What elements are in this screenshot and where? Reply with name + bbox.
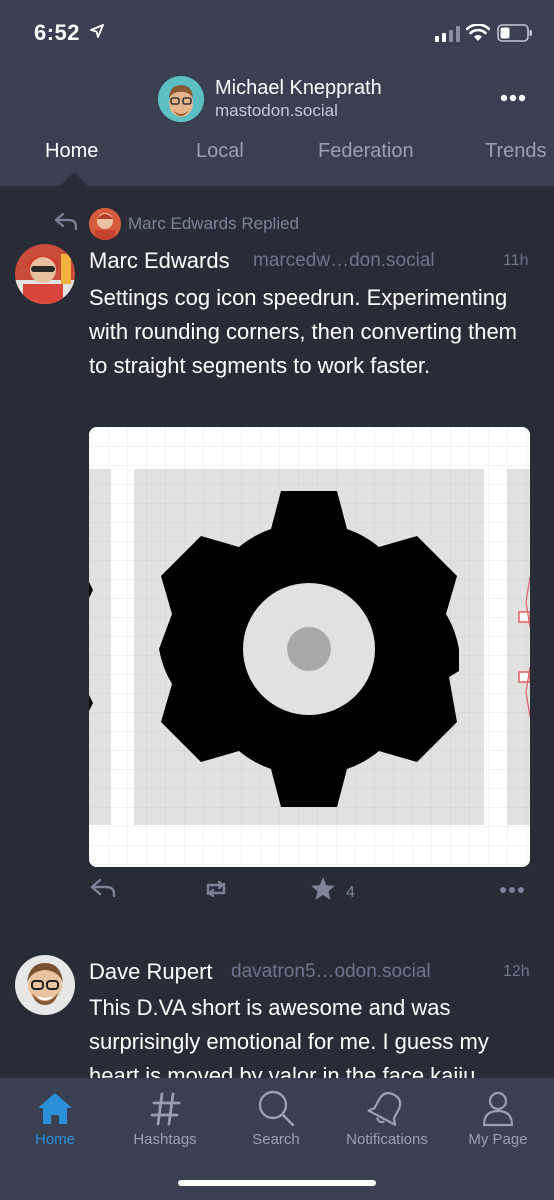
header: Michael Knepprath mastodon.social Home L… [0,64,554,186]
post-content: Settings cog icon speedrun. Experimentin… [89,285,518,378]
memoji-avatar-icon [158,76,204,122]
account-domain: mastodon.social [215,101,338,120]
active-tab-indicator [60,172,88,186]
settings-cog-image [89,427,530,867]
author-name[interactable]: Dave Rupert [89,959,213,985]
bell-icon [367,1091,402,1126]
tabbar-label: Home [34,1131,75,1148]
more-options-icon[interactable] [499,886,525,894]
tab-trends[interactable]: Trends [485,140,547,163]
post-actions: 4 [0,876,554,908]
post-time: 12h [503,963,530,980]
boost-icon[interactable] [203,880,229,898]
tabbar-label: Search [252,1131,300,1148]
tab-local[interactable]: Local [196,140,244,163]
battery-icon [497,24,532,42]
home-icon [38,1093,72,1124]
favourite-count: 4 [346,884,355,901]
post-content: This D.VA short is awesome and was surpr… [89,995,489,1078]
tabbar-home[interactable]: Home [0,1078,110,1158]
author-avatar[interactable] [15,244,75,304]
tabbar-label: Notifications [346,1131,428,1148]
reply-icon[interactable] [90,878,116,898]
search-icon [258,1090,295,1127]
favourite-star-icon[interactable] [310,876,336,901]
reply-indicator-label: Marc Edwards Replied [128,214,300,233]
tabbar-my-page[interactable]: My Page [443,1078,553,1158]
account-avatar[interactable] [158,76,204,122]
tab-federation[interactable]: Federation [318,140,414,163]
reply-icon [54,212,78,230]
media-attachment[interactable] [89,427,530,867]
tabbar-label: My Page [468,1131,528,1148]
cellular-signal-icon [435,26,460,42]
person-icon [482,1091,514,1127]
author-name[interactable]: Marc Edwards [89,248,230,274]
status-time: 6:52 [34,20,81,45]
tabbar-hashtags[interactable]: Hashtags [110,1078,220,1158]
replier-avatar [89,208,121,240]
hashtag-icon [150,1092,181,1126]
author-handle[interactable]: marcedw…don.social [253,250,435,272]
author-avatar[interactable] [15,955,75,1015]
post-time: 11h [503,252,529,269]
location-arrow-icon [90,24,104,38]
tabbar-label: Hashtags [133,1131,197,1148]
wifi-icon [466,24,490,41]
tab-home[interactable]: Home [45,140,98,163]
account-name[interactable]: Michael Knepprath [215,77,382,100]
tabbar-search[interactable]: Search [221,1078,331,1158]
tabbar-notifications[interactable]: Notifications [332,1078,442,1158]
author-handle[interactable]: davatron5…odon.social [231,961,431,983]
more-options-icon[interactable] [500,94,526,102]
status-bar: 6:52 [0,0,554,64]
home-indicator[interactable] [178,1180,376,1186]
timeline-feed[interactable]: Marc Edwards Replied Marc Edwards marced… [0,186,554,1078]
